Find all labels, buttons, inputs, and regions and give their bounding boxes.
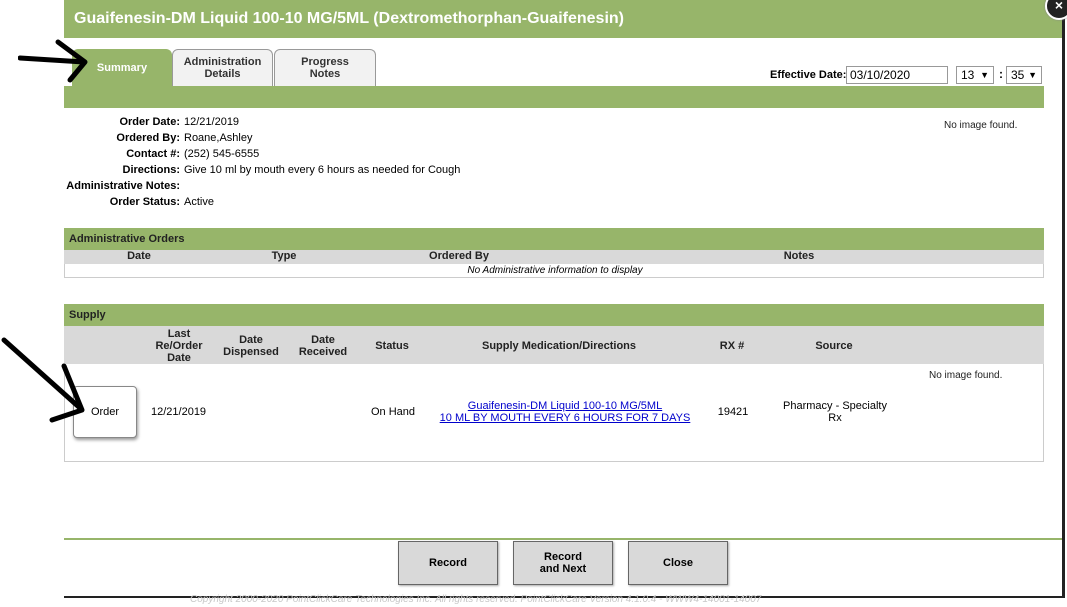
supply-row: No image found. Order 12/21/2019 On Hand…: [64, 364, 1044, 462]
col-date: Date: [127, 250, 151, 262]
hour-dropdown-icon: ▼: [980, 70, 989, 80]
contact-value: (252) 545-6555: [184, 148, 260, 160]
order-status-value: Active: [184, 196, 214, 208]
order-image-placeholder: No image found.: [944, 120, 1018, 131]
copyright-text: Copyright 2000-2020 PointClickCare Techn…: [190, 594, 762, 605]
arrow-annotation-order: [1, 337, 85, 423]
supply-last-reorder-value: 12/21/2019: [151, 406, 207, 418]
record-button[interactable]: Record: [398, 541, 498, 585]
col-rx-number: RX #: [719, 340, 745, 352]
admin-orders-body: No Administrative information to display: [64, 264, 1044, 278]
order-status-label: Order Status:: [109, 196, 180, 208]
supply-source-value: Pharmacy - Specialty Rx: [783, 400, 887, 424]
supply-medication-link[interactable]: Guaifenesin-DM Liquid 100-10 MG/5ML 10 M…: [435, 400, 695, 424]
order-date-label: Order Date:: [119, 116, 180, 128]
col-supply-medication: Supply Medication/Directions: [481, 340, 637, 352]
supply-rx-value: 19421: [717, 406, 749, 418]
supply-columns: Last Re/Order Date Date Dispensed Date R…: [64, 326, 1044, 364]
supply-image-placeholder: No image found.: [929, 370, 1003, 381]
effective-date-input[interactable]: 03/10/2020: [846, 66, 948, 84]
supply-status-value: On Hand: [370, 406, 416, 418]
dialog-title: Guaifenesin-DM Liquid 100-10 MG/5ML (Dex…: [64, 0, 1062, 38]
col-date-received: Date Received: [298, 334, 348, 358]
minute-value: 35: [1011, 68, 1025, 82]
arrow-shaft: [18, 55, 87, 65]
tab-content-band: [64, 86, 1044, 108]
close-button[interactable]: Close: [628, 541, 728, 585]
time-separator: :: [999, 67, 1003, 81]
arrow-head: [49, 363, 85, 423]
minute-select[interactable]: 35 ▼: [1006, 66, 1042, 84]
hour-value: 13: [961, 68, 975, 82]
col-date-dispensed: Date Dispensed: [223, 334, 279, 358]
order-summary: Order Date: 12/21/2019 Ordered By: Roane…: [64, 116, 764, 216]
supply-medication-directions: 10 ML BY MOUTH EVERY 6 HOURS FOR 7 DAYS: [439, 412, 691, 424]
col-type: Type: [271, 250, 297, 262]
effective-date-label: Effective Date:: [770, 69, 847, 81]
admin-orders-empty: No Administrative information to display: [467, 265, 643, 276]
ordered-by-value: Roane,Ashley: [184, 132, 253, 144]
hour-select[interactable]: 13 ▼: [956, 66, 994, 84]
record-and-next-label: Record and Next: [539, 551, 587, 575]
col-source: Source: [815, 340, 853, 352]
contact-label: Contact #:: [126, 148, 180, 160]
admin-orders-header: Administrative Orders: [64, 228, 1044, 250]
record-and-next-button[interactable]: Record and Next: [513, 541, 613, 585]
tab-progress-notes[interactable]: Progress Notes: [274, 49, 376, 86]
col-last-reorder-date: Last Re/Order Date: [155, 328, 203, 364]
directions-value: Give 10 ml by mouth every 6 hours as nee…: [184, 164, 461, 176]
col-ordered-by: Ordered By: [429, 250, 489, 262]
tab-administration-details-label: Administration Details: [183, 56, 262, 80]
medication-dialog: Guaifenesin-DM Liquid 100-10 MG/5ML (Dex…: [64, 0, 1065, 598]
administrative-notes-label: Administrative Notes:: [66, 180, 180, 192]
tab-summary-label: Summary: [96, 62, 148, 74]
directions-label: Directions:: [122, 164, 180, 176]
tab-progress-notes-label: Progress Notes: [301, 56, 349, 80]
ordered-by-label: Ordered By:: [116, 132, 180, 144]
supply-header: Supply: [64, 304, 1044, 326]
col-status: Status: [375, 340, 409, 352]
minute-dropdown-icon: ▼: [1028, 70, 1037, 80]
supply-medication-name: Guaifenesin-DM Liquid 100-10 MG/5ML: [467, 400, 663, 412]
admin-orders-columns: Date Type Ordered By Notes: [64, 250, 1044, 264]
footer-divider: [64, 538, 1062, 540]
arrow-annotation-summary: [18, 39, 88, 83]
tab-administration-details[interactable]: Administration Details: [172, 49, 273, 86]
order-date-value: 12/21/2019: [184, 116, 240, 128]
col-notes: Notes: [783, 250, 815, 262]
